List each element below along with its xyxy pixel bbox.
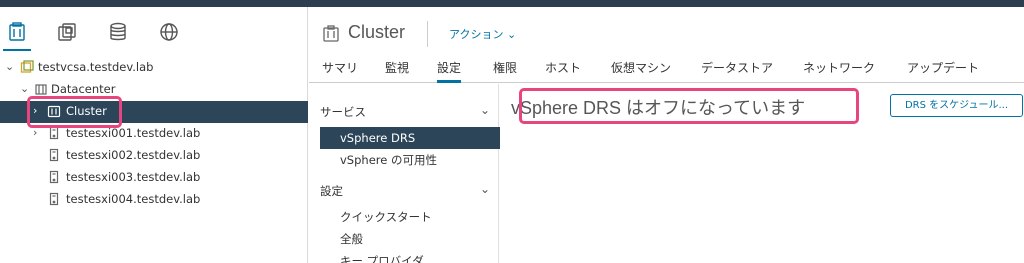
sub-nav-item-vsphere-ha[interactable]: vSphere の可用性 bbox=[320, 149, 500, 171]
chevron-down-icon[interactable]: ⌄ bbox=[480, 103, 490, 117]
tree-item-host[interactable]: testesxi002.testdev.lab bbox=[0, 145, 308, 167]
vcenter-icon bbox=[20, 60, 34, 74]
host-icon bbox=[47, 148, 61, 162]
tab-networks[interactable]: ネットワーク bbox=[803, 59, 875, 83]
tab-hosts[interactable]: ホスト bbox=[545, 59, 581, 83]
schedule-drs-button[interactable]: DRS をスケジュール... bbox=[890, 94, 1023, 117]
tab-summary[interactable]: サマリ bbox=[322, 59, 358, 83]
tab-monitor[interactable]: 監視 bbox=[385, 59, 409, 83]
cluster-icon bbox=[322, 25, 340, 43]
chevron-down-icon[interactable]: ⌄ bbox=[480, 182, 490, 196]
datacenter-icon bbox=[34, 82, 48, 96]
tab-datastores[interactable]: データストア bbox=[701, 59, 773, 83]
actions-menu[interactable]: アクション ⌄ bbox=[449, 26, 516, 42]
tree-item-host[interactable]: testesxi004.testdev.lab bbox=[0, 189, 308, 211]
networking-icon[interactable] bbox=[158, 21, 180, 43]
tab-permissions[interactable]: 権限 bbox=[493, 59, 517, 83]
hosts-clusters-icon[interactable] bbox=[3, 21, 31, 51]
main-content: Cluster アクション ⌄ サマリ 監視 設定 権限 ホスト 仮想マシン デ… bbox=[309, 7, 1024, 263]
tree-item-label: testesxi004.testdev.lab bbox=[66, 192, 201, 206]
tree-item-label: testvcsa.testdev.lab bbox=[38, 60, 154, 74]
section-header-settings[interactable]: 設定 ⌄ bbox=[320, 182, 490, 203]
page-title: Cluster bbox=[348, 22, 406, 42]
vms-templates-icon[interactable] bbox=[56, 21, 78, 43]
host-icon bbox=[47, 126, 61, 140]
section-header-label: サービス bbox=[320, 105, 366, 119]
chevron-down-icon[interactable]: ⌄ bbox=[20, 83, 30, 95]
navigator-tabs bbox=[0, 7, 308, 54]
object-tabs: サマリ 監視 設定 権限 ホスト 仮想マシン データストア ネットワーク アップ… bbox=[309, 55, 1024, 83]
section-header-label: 設定 bbox=[320, 184, 343, 198]
tree-item-host[interactable]: testesxi003.testdev.lab bbox=[0, 167, 308, 189]
chevron-down-icon[interactable]: ⌄ bbox=[5, 61, 15, 73]
tree-item-label: testesxi003.testdev.lab bbox=[66, 170, 201, 184]
storage-icon[interactable] bbox=[107, 21, 129, 43]
sub-nav-item-quickstart[interactable]: クイックスタート bbox=[320, 206, 500, 228]
top-header-bar bbox=[0, 0, 1024, 7]
highlight-box bbox=[519, 88, 859, 124]
divider bbox=[427, 21, 428, 47]
object-header: Cluster アクション ⌄ bbox=[309, 7, 1024, 55]
host-icon bbox=[47, 192, 61, 206]
sub-nav-item-vsphere-drs[interactable]: vSphere DRS bbox=[320, 127, 500, 149]
chevron-right-icon[interactable]: › bbox=[33, 127, 43, 139]
sub-nav-item-key-providers[interactable]: キー プロバイダ bbox=[320, 250, 500, 263]
tree-item-label: testesxi002.testdev.lab bbox=[66, 148, 201, 162]
tree-item-label: testesxi001.testdev.lab bbox=[66, 126, 201, 140]
tree-item-label: Datacenter bbox=[51, 82, 116, 96]
inventory-navigator: ⌄ testvcsa.testdev.lab ⌄ Datacenter › Cl… bbox=[0, 7, 308, 263]
tab-vms[interactable]: 仮想マシン bbox=[611, 59, 671, 83]
sub-nav-item-general[interactable]: 全般 bbox=[320, 228, 500, 250]
tab-configure[interactable]: 設定 bbox=[437, 59, 462, 83]
tree-item-vcenter[interactable]: ⌄ testvcsa.testdev.lab bbox=[0, 57, 308, 79]
highlight-box bbox=[27, 96, 122, 128]
host-icon bbox=[47, 170, 61, 184]
section-header-services[interactable]: サービス ⌄ bbox=[320, 103, 490, 124]
tab-updates[interactable]: アップデート bbox=[907, 59, 979, 83]
configure-sub-nav: サービス ⌄ vSphere DRS vSphere の可用性 設定 ⌄ クイッ… bbox=[309, 84, 500, 263]
